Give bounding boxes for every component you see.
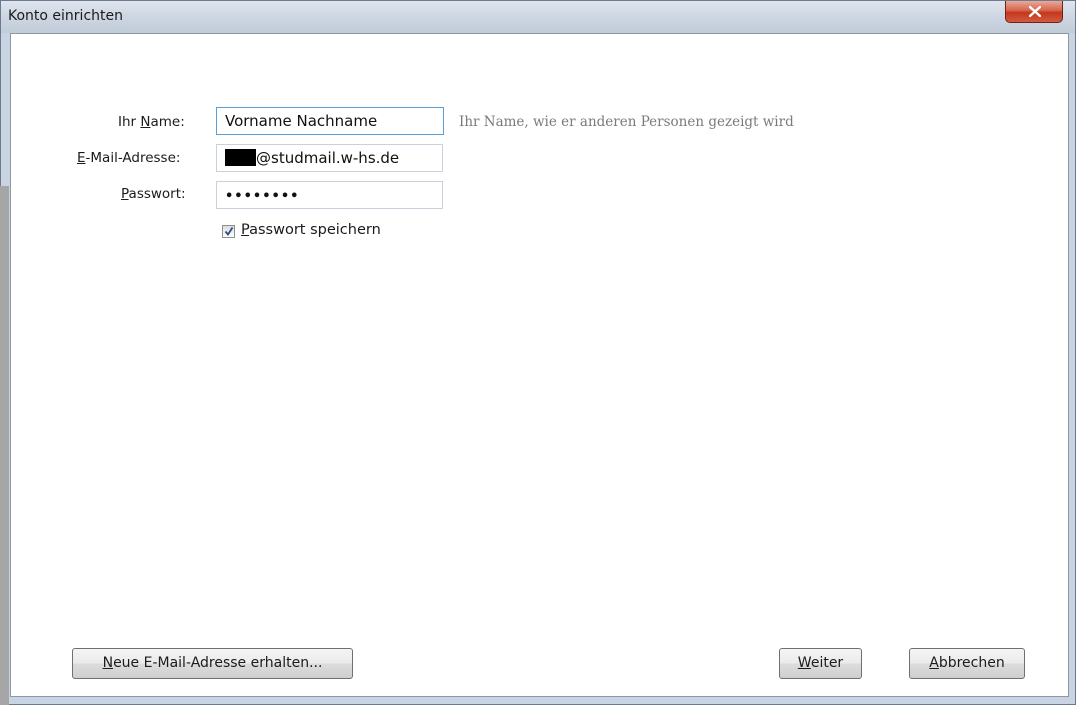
remember-password-checkbox[interactable] [222, 225, 235, 238]
get-new-email-button[interactable]: Neue E-Mail-Adresse erhalten... [72, 648, 353, 679]
password-mask: •••••••• [225, 189, 300, 204]
name-label: Ihr Name: [118, 114, 185, 130]
email-domain: @studmail.w-hs.de [256, 149, 400, 167]
window-title: Konto einrichten [8, 8, 123, 24]
remember-password-label[interactable]: Passwort speichern [241, 222, 381, 238]
email-label: E-Mail-Adresse: [77, 150, 181, 166]
account-setup-window: Konto einrichten [0, 0, 1076, 705]
email-input[interactable]: @studmail.w-hs.de [216, 144, 443, 172]
name-input-value: Vorname Nachname [225, 112, 378, 130]
next-button[interactable]: Weiter [779, 648, 862, 679]
password-label: Passwort: [121, 186, 186, 202]
close-button[interactable] [1005, 1, 1063, 23]
close-icon [1029, 6, 1041, 17]
checkmark-icon [224, 227, 234, 237]
background-window-edge [0, 186, 9, 705]
title-bar[interactable]: Konto einrichten [1, 1, 1075, 33]
name-input[interactable]: Vorname Nachname [216, 107, 444, 135]
redacted-username [225, 149, 256, 166]
name-hint: Ihr Name, wie er anderen Personen gezeig… [459, 114, 794, 130]
cancel-button[interactable]: Abbrechen [909, 648, 1025, 679]
password-input[interactable]: •••••••• [216, 181, 443, 209]
dialog-content [10, 33, 1069, 697]
